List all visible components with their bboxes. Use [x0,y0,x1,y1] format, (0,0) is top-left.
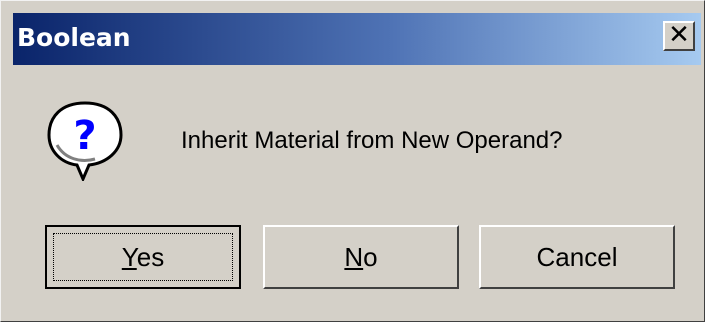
yes-button-label: Yes [121,241,165,272]
svg-text:?: ? [73,113,96,159]
yes-button[interactable]: Yes [45,225,241,289]
cancel-button-label: Cancel [536,241,618,272]
no-button-label: No [344,241,378,272]
window-title: Boolean [17,23,131,52]
close-icon: ✕ [668,20,690,50]
boolean-dialog: Boolean ✕ ? Inherit Material from New Op… [0,0,705,322]
close-button[interactable]: ✕ [663,21,695,51]
cancel-button[interactable]: Cancel [479,225,675,289]
message-text: Inherit Material from New Operand? [181,127,563,154]
no-button[interactable]: No [263,225,459,289]
title-bar[interactable]: Boolean ✕ [13,13,701,65]
question-icon: ? [47,101,123,181]
